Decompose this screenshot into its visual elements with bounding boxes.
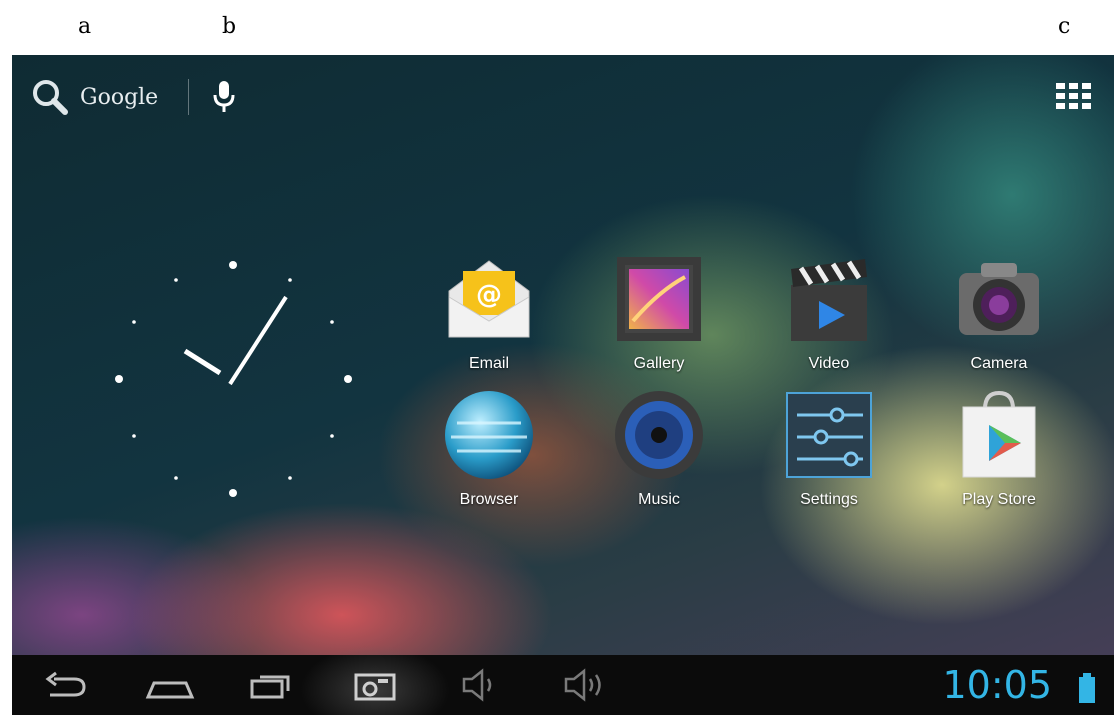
volume-down-icon[interactable] — [458, 665, 502, 705]
app-video[interactable]: Video — [764, 251, 894, 381]
app-email[interactable]: @ Email — [424, 251, 554, 381]
annotation-c: c — [1058, 14, 1071, 39]
clock-marker-2 — [330, 320, 334, 324]
camera-icon — [959, 263, 1039, 335]
search-icon[interactable] — [30, 77, 72, 117]
settings-icon — [786, 392, 872, 478]
browser-icon — [445, 391, 533, 479]
home-screen: Google @ Email Gallery Video Camera Brow… — [12, 55, 1114, 715]
battery-icon — [1079, 673, 1095, 703]
clock-marker-8 — [132, 434, 136, 438]
video-icon — [791, 259, 867, 341]
clock-marker-7 — [174, 476, 178, 480]
recent-apps-icon[interactable] — [248, 665, 298, 705]
clock-marker-4 — [330, 434, 334, 438]
google-search-bar[interactable]: Google — [30, 77, 237, 117]
clock-marker-11 — [174, 278, 178, 282]
app-play-store[interactable]: Play Store — [934, 387, 1064, 517]
app-label: Play Store — [962, 491, 1036, 508]
clock-marker-6 — [229, 489, 237, 497]
annotation-b: b — [222, 14, 237, 39]
app-label: Email — [468, 355, 509, 372]
svg-text:@: @ — [476, 280, 502, 310]
back-icon[interactable] — [40, 665, 90, 705]
clock-marker-3 — [344, 375, 352, 383]
google-label[interactable]: Google — [80, 85, 158, 110]
app-label: Settings — [800, 491, 858, 508]
clock-marker-9 — [115, 375, 123, 383]
clock-hour-hand — [183, 348, 222, 376]
search-divider — [188, 79, 190, 115]
all-apps-icon[interactable] — [1056, 83, 1092, 109]
clock-marker-12 — [229, 261, 237, 269]
home-icon[interactable] — [142, 665, 198, 705]
annotation-a: a — [78, 14, 92, 39]
gallery-icon — [617, 257, 701, 341]
app-label: Music — [638, 491, 680, 508]
clock-minute-hand — [228, 295, 288, 386]
system-navigation-bar: 10:05 — [12, 645, 1114, 715]
email-icon: @ — [448, 260, 530, 338]
app-label: Browser — [459, 491, 519, 508]
app-music[interactable]: Music — [594, 387, 724, 517]
clock-marker-1 — [288, 278, 292, 282]
clock-marker-5 — [288, 476, 292, 480]
app-label: Gallery — [633, 355, 685, 372]
volume-up-icon[interactable] — [560, 665, 608, 705]
app-label: Video — [808, 355, 850, 372]
music-icon — [615, 391, 703, 479]
microphone-icon[interactable] — [211, 77, 237, 117]
app-gallery[interactable]: Gallery — [594, 251, 724, 381]
status-clock[interactable]: 10:05 — [942, 663, 1052, 707]
analog-clock-widget[interactable] — [108, 255, 358, 505]
play-store-icon — [962, 390, 1036, 478]
app-label: Camera — [970, 355, 1028, 372]
screenshot-icon[interactable] — [350, 665, 400, 705]
app-browser[interactable]: Browser — [424, 387, 554, 517]
app-camera[interactable]: Camera — [934, 251, 1064, 381]
clock-marker-10 — [132, 320, 136, 324]
app-settings[interactable]: Settings — [764, 387, 894, 517]
